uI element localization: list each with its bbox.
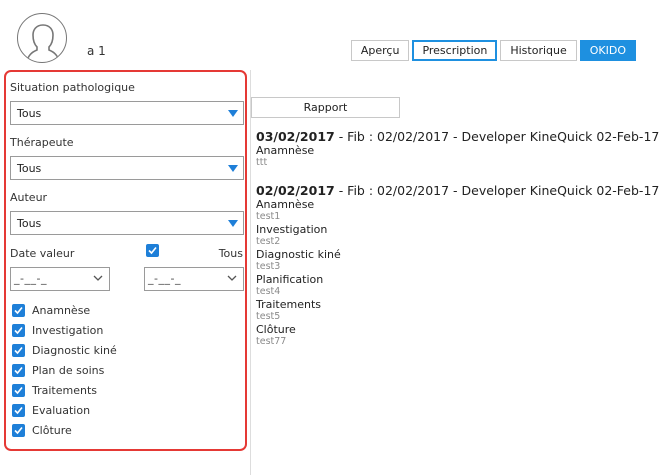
auteur-select[interactable]: Tous [10,211,244,235]
entry-header: 02/02/2017 - Fib : 02/02/2017 - Develope… [256,183,663,198]
section-cloture[interactable]: Clôture [12,420,117,440]
entry-info: - Fib : 02/02/2017 - Developer KineQuick… [334,129,660,144]
date-from-value: _-__-_ [14,272,47,285]
section-investigation[interactable]: Investigation [12,320,117,340]
user-silhouette-icon [25,24,61,62]
section-checkbox[interactable] [12,303,25,317]
entry-section-title: Anamnèse [256,198,315,211]
tab-apercu[interactable]: Aperçu [350,40,410,61]
section-checkbox[interactable] [12,343,25,357]
checkmark-icon [14,326,23,334]
section-anamnese[interactable]: Anamnèse [12,300,117,320]
filter-panel: Situation pathologique Tous Thérapeute T… [4,70,247,451]
situation-value: Tous [17,107,42,120]
dropdown-triangle-icon [228,220,238,227]
tab-okido[interactable]: OKIDO [579,40,636,61]
checkmark-icon [14,386,23,394]
section-checkbox[interactable] [12,383,25,397]
entry-section-title: Investigation [256,223,328,236]
date-all-checkbox[interactable] [146,244,159,257]
patient-avatar [17,13,67,63]
dropdown-triangle-icon [228,165,238,172]
entry-section-value: test2 [256,236,281,247]
section-label: Evaluation [32,403,91,417]
date-to-input[interactable]: _-__-_ [144,267,244,291]
checkmark-icon [14,306,23,314]
auteur-value: Tous [17,217,42,230]
entry-info: - Fib : 02/02/2017 - Developer KineQuick… [334,183,660,198]
chevron-down-icon [227,275,237,281]
section-label: Investigation [32,323,104,337]
entry-section-value: test3 [256,261,281,272]
history-list: 03/02/2017 - Fib : 02/02/2017 - Develope… [256,129,663,360]
section-evaluation[interactable]: Evaluation [12,400,117,420]
entry-section-value: test1 [256,211,281,222]
date-to-value: _-__-_ [148,272,181,285]
section-checkbox[interactable] [12,323,25,337]
view-tabs: Aperçu Prescription Historique OKIDO [350,40,636,61]
tab-historique[interactable]: Historique [500,40,577,61]
entry-section-title: Traitements [256,298,322,311]
auteur-label: Auteur [10,191,48,204]
section-checkbox[interactable] [12,423,25,437]
history-entry: 02/02/2017 - Fib : 02/02/2017 - Develope… [256,183,663,348]
section-checkbox[interactable] [12,363,25,377]
section-plan-de-soins[interactable]: Plan de soins [12,360,117,380]
entry-section-value: ttt [256,157,268,168]
patient-name: a 1 [87,44,106,58]
section-label: Diagnostic kiné [32,343,117,357]
date-from-input[interactable]: _-__-_ [10,267,110,291]
entry-section-title: Planification [256,273,324,286]
checkmark-icon [148,246,157,255]
entry-section-value: test5 [256,311,281,322]
entry-date: 02/02/2017 [256,183,335,198]
panel-divider [250,70,251,475]
checkmark-icon [14,426,23,434]
therapeute-label: Thérapeute [10,136,74,149]
section-label: Plan de soins [32,363,105,377]
entry-header: 03/02/2017 - Fib : 02/02/2017 - Develope… [256,129,663,144]
entry-section-value: test4 [256,286,281,297]
rapport-button[interactable]: Rapport [251,97,400,118]
section-traitements[interactable]: Traitements [12,380,117,400]
checkmark-icon [14,346,23,354]
section-checklist: Anamnèse Investigation Diagnostic kiné P… [12,300,117,440]
dropdown-triangle-icon [228,110,238,117]
date-all-label: Tous [218,247,243,260]
section-label: Traitements [32,383,98,397]
section-checkbox[interactable] [12,403,25,417]
situation-select[interactable]: Tous [10,101,244,125]
therapeute-value: Tous [17,162,42,175]
therapeute-select[interactable]: Tous [10,156,244,180]
entry-date: 03/02/2017 [256,129,335,144]
date-valeur-label: Date valeur [10,247,75,260]
entry-section-title: Anamnèse [256,144,315,157]
section-diagnostic[interactable]: Diagnostic kiné [12,340,117,360]
entry-section-value: test77 [256,336,287,347]
chevron-down-icon [93,275,103,281]
entry-section-title: Diagnostic kiné [256,248,341,261]
entry-section-title: Clôture [256,323,296,336]
situation-label: Situation pathologique [10,81,135,94]
checkmark-icon [14,366,23,374]
tab-prescription[interactable]: Prescription [412,40,498,61]
section-label: Clôture [32,423,72,437]
checkmark-icon [14,406,23,414]
history-entry: 03/02/2017 - Fib : 02/02/2017 - Develope… [256,129,663,169]
section-label: Anamnèse [32,303,91,317]
